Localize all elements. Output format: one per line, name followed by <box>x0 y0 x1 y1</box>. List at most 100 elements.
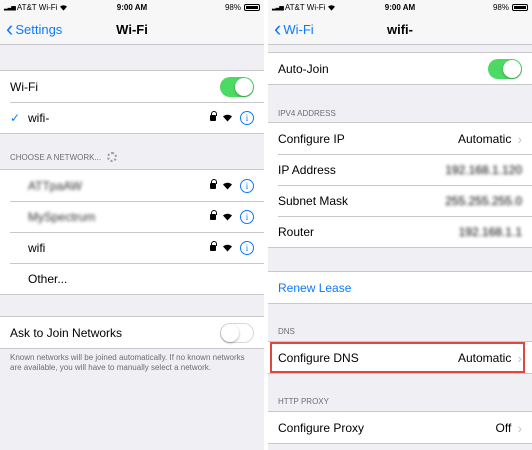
subnet-mask-value: 255.255.255.0 <box>445 193 522 208</box>
network-name: ATTpaAW <box>28 178 83 193</box>
ip-address-label: IP Address <box>278 162 336 177</box>
carrier-name: AT&T Wi-Fi <box>284 2 326 12</box>
network-name: wifi <box>28 240 46 255</box>
ask-join-label: Ask to Join Networks <box>10 325 123 340</box>
lock-icon <box>210 110 217 121</box>
configure-ip-value: Automatic <box>457 131 512 146</box>
other-network-label: Other... <box>28 271 68 286</box>
network-list: ATTpaAW i MySpectrum i wifi i Other... <box>0 169 264 295</box>
battery-info: 98% <box>175 3 260 12</box>
navigation-bar: ‹ Settings Wi-Fi <box>0 14 264 45</box>
router-label: Router <box>278 224 315 239</box>
connected-network-row[interactable]: ✓ wifi- i <box>0 102 264 133</box>
toggle-knob <box>503 59 521 78</box>
chevron-left-icon: ‹ <box>6 15 14 41</box>
chevron-right-icon: › <box>517 349 522 366</box>
auto-join-group: Auto-Join <box>268 52 532 85</box>
router-value: 192.168.1.1 <box>458 224 522 239</box>
wifi-group: Wi-Fi ✓ wifi- i <box>0 70 264 134</box>
wifi-label: Wi-Fi <box>10 79 38 94</box>
carrier-name: AT&T Wi-Fi <box>16 2 58 12</box>
lock-icon <box>210 240 217 251</box>
status-bar: ▂▃▅ AT&T Wi-Fi 9:00 AM 98% <box>268 0 532 14</box>
wifi-settings-screen: ▂▃▅ AT&T Wi-Fi 9:00 AM 98% ‹ Settings Wi… <box>0 0 264 450</box>
info-icon[interactable]: i <box>240 178 254 193</box>
ip-address-value: 192.168.1.120 <box>445 162 522 177</box>
choose-network-header: CHOOSE A NETWORK... <box>10 152 118 162</box>
renew-group: Renew Lease <box>268 271 532 304</box>
checkmark-icon: ✓ <box>10 110 21 125</box>
router-row: Router 192.168.1.1 <box>268 216 532 247</box>
lock-icon <box>210 178 217 189</box>
auto-join-toggle[interactable] <box>488 58 522 79</box>
other-network-row[interactable]: Other... <box>0 263 264 294</box>
ask-join-group: Ask to Join Networks <box>0 316 264 349</box>
back-button[interactable]: ‹ Wi-Fi <box>274 14 314 45</box>
proxy-header: HTTP PROXY <box>278 397 329 406</box>
network-row[interactable]: ATTpaAW i <box>0 170 264 201</box>
configure-ip-row[interactable]: Configure IP Automatic › <box>268 123 532 154</box>
configure-dns-value: Automatic <box>457 350 512 365</box>
ask-join-footer: Known networks will be joined automatica… <box>10 353 245 372</box>
lock-icon <box>210 209 217 220</box>
battery-icon <box>511 3 528 11</box>
network-row[interactable]: MySpectrum i <box>0 201 264 232</box>
toggle-knob <box>235 77 253 96</box>
ip-address-row: IP Address 192.168.1.120 <box>268 154 532 185</box>
wifi-signal-icon <box>223 213 232 220</box>
auto-join-row: Auto-Join <box>268 53 532 84</box>
configure-proxy-label: Configure Proxy <box>278 420 365 435</box>
ask-join-toggle[interactable] <box>220 322 254 343</box>
network-name: MySpectrum <box>28 209 96 224</box>
wifi-status-icon <box>60 4 68 11</box>
network-row[interactable]: wifi i <box>0 232 264 263</box>
connected-network-name: wifi- <box>28 110 50 125</box>
status-bar: ▂▃▅ AT&T Wi-Fi 9:00 AM 98% <box>0 0 264 14</box>
battery-icon <box>243 3 260 11</box>
renew-lease-button[interactable]: Renew Lease <box>268 272 532 303</box>
wifi-toggle[interactable] <box>220 76 254 97</box>
dns-group: Configure DNS Automatic › <box>268 341 532 374</box>
subnet-mask-label: Subnet Mask <box>278 193 349 208</box>
back-button[interactable]: ‹ Settings <box>6 14 62 45</box>
signal-bars-icon: ▂▃▅ <box>272 4 284 11</box>
battery-percent: 98% <box>224 2 241 12</box>
configure-ip-label: Configure IP <box>278 131 345 146</box>
configure-proxy-value: Off <box>495 420 512 435</box>
wifi-toggle-row: Wi-Fi <box>0 71 264 102</box>
info-icon[interactable]: i <box>240 240 254 255</box>
battery-info: 98% <box>443 3 528 12</box>
wifi-signal-icon <box>223 182 232 189</box>
info-icon[interactable]: i <box>240 110 254 125</box>
carrier-info: ▂▃▅ AT&T Wi-Fi <box>272 3 357 12</box>
signal-bars-icon: ▂▃▅ <box>4 4 16 11</box>
auto-join-label: Auto-Join <box>278 61 329 76</box>
back-label: Wi-Fi <box>283 22 314 37</box>
navigation-bar: ‹ Wi-Fi wifi- <box>268 14 532 45</box>
info-icon[interactable]: i <box>240 209 254 224</box>
battery-percent: 98% <box>492 2 509 12</box>
subnet-mask-row: Subnet Mask 255.255.255.0 <box>268 185 532 216</box>
back-label: Settings <box>15 22 63 37</box>
dns-header: DNS <box>278 327 295 336</box>
proxy-group: Configure Proxy Off › <box>268 411 532 444</box>
status-time: 9:00 AM <box>116 2 148 12</box>
chevron-left-icon: ‹ <box>274 15 282 41</box>
wifi-signal-icon <box>223 244 232 251</box>
choose-network-label: CHOOSE A NETWORK... <box>10 152 102 162</box>
ipv4-group: Configure IP Automatic › IP Address 192.… <box>268 122 532 248</box>
ipv4-header: IPV4 ADDRESS <box>278 109 336 118</box>
configure-dns-row[interactable]: Configure DNS Automatic › <box>268 342 532 373</box>
chevron-right-icon: › <box>517 419 522 436</box>
renew-lease-label: Renew Lease <box>278 280 352 295</box>
chevron-right-icon: › <box>517 130 522 147</box>
configure-dns-label: Configure DNS <box>278 350 359 365</box>
wifi-signal-icon <box>223 114 232 121</box>
toggle-knob <box>221 323 239 342</box>
network-detail-screen: ▂▃▅ AT&T Wi-Fi 9:00 AM 98% ‹ Wi-Fi wifi-… <box>268 0 532 450</box>
status-time: 9:00 AM <box>384 2 416 12</box>
configure-proxy-row[interactable]: Configure Proxy Off › <box>268 412 532 443</box>
carrier-info: ▂▃▅ AT&T Wi-Fi <box>4 3 89 12</box>
ask-join-row: Ask to Join Networks <box>0 317 264 348</box>
loading-spinner-icon <box>107 152 118 162</box>
